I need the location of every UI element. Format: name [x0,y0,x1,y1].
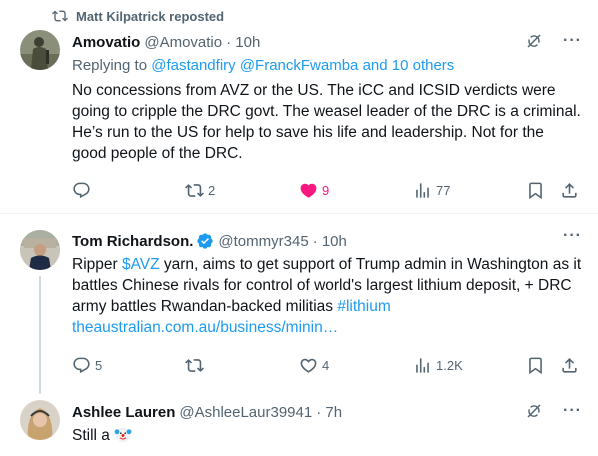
replying-to: Replying to @fastandfiry @FranckFwamba a… [72,57,454,74]
reply-button[interactable] [72,181,95,200]
avatar-image [20,30,60,70]
repost-banner-text: Matt Kilpatrick reposted [76,8,225,24]
url-link[interactable]: theaustralian.com.au/business/minin… [72,319,338,336]
hashtag-link[interactable]: #lithium [337,298,390,315]
reply-icon [73,182,90,199]
bookmark-icon [529,182,542,200]
like-button[interactable]: 9 [299,181,329,200]
replying-targets-link[interactable]: @fastandfiry @FranckFwamba and 10 others [151,57,454,74]
avatar[interactable] [20,230,60,270]
post-time[interactable]: · 7h [316,404,342,421]
post-text: Still a [72,425,582,446]
post-time[interactable]: · 10h [226,34,260,51]
reply-icon [73,357,90,374]
post-header: Tom Richardson. @tommyr345 · 10h ··· [72,228,582,251]
like-count: 4 [322,358,330,373]
views-button[interactable]: 1.2K [413,356,463,375]
more-icon[interactable]: ··· [563,228,582,244]
views-icon [416,183,429,198]
post-time[interactable]: · 10h [313,233,347,250]
grok-icon[interactable] [525,402,543,420]
repost-icon [52,10,68,22]
post-actions: 5 4 1.2K [72,356,582,376]
repost-count: 2 [208,183,216,198]
author-handle[interactable]: @tommyr345 [218,233,308,250]
more-icon[interactable]: ··· [563,403,582,419]
cashtag-link[interactable]: $AVZ [122,256,160,273]
repost-banner[interactable]: Matt Kilpatrick reposted [52,8,224,24]
thread-line [39,276,41,394]
author-name[interactable]: Tom Richardson. [72,233,193,250]
replying-prefix: Replying to [72,57,152,74]
repost-button[interactable]: 2 [185,181,215,200]
repost-icon [185,184,204,197]
bookmark-icon [529,357,542,375]
repost-button[interactable] [185,356,208,375]
avatar-image [20,400,60,440]
share-icon [562,183,577,198]
repost-icon [185,359,204,372]
bookmark-button[interactable] [526,356,545,375]
views-icon [416,358,429,373]
post-header: Ashlee Lauren @AshleeLaur39941 · 7h ··· [72,402,582,422]
post-text-part: Still a [72,427,110,444]
post-actions: 2 9 77 [72,181,582,201]
like-button[interactable]: 4 [299,356,329,375]
like-count: 9 [322,183,330,198]
clown-face-icon [114,427,132,442]
author-name[interactable]: Ashlee Lauren [72,404,175,421]
reply-count: 5 [95,358,103,373]
heart-icon [300,183,317,198]
verified-badge-icon [197,233,214,249]
avatar-image [20,230,60,270]
avatar[interactable] [20,400,60,440]
heart-icon [300,358,317,373]
views-button[interactable]: 77 [413,181,450,200]
grok-icon[interactable] [525,32,543,50]
author-handle[interactable]: @Amovatio [144,34,222,51]
post-header: Amovatio @Amovatio · 10h ··· [72,32,582,52]
share-button[interactable] [560,356,579,375]
divider [0,213,598,214]
share-button[interactable] [560,181,579,200]
author-handle[interactable]: @AshleeLaur39941 [179,404,312,421]
avatar[interactable] [20,30,60,70]
post-text-part: Ripper [72,256,122,273]
more-icon[interactable]: ··· [563,33,582,49]
post-text: No concessions from AVZ or the US. The i… [72,82,581,162]
views-count: 77 [436,183,451,198]
reply-button[interactable]: 5 [72,356,102,375]
share-icon [562,358,577,373]
author-name[interactable]: Amovatio [72,34,140,51]
post-text: Ripper $AVZ yarn, aims to get support of… [72,254,582,338]
bookmark-button[interactable] [526,181,545,200]
views-count: 1.2K [436,358,463,373]
